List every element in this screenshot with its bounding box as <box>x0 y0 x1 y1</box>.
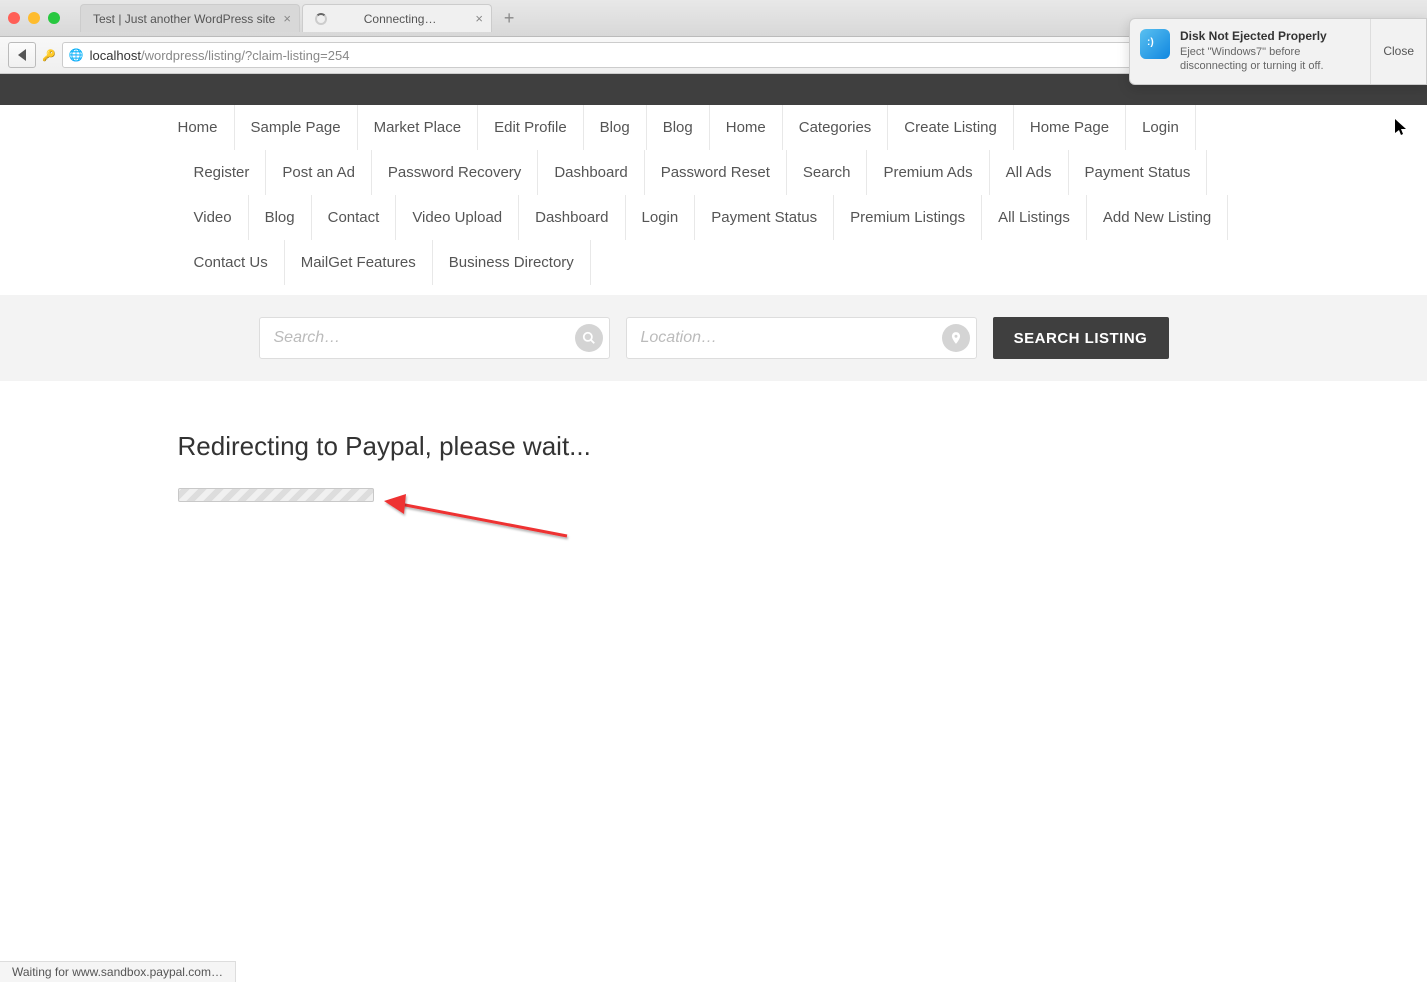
page-title: Redirecting to Paypal, please wait... <box>178 431 1250 462</box>
nav-item[interactable]: Password Recovery <box>372 150 538 195</box>
maximize-window-button[interactable] <box>48 12 60 24</box>
browser-tab[interactable]: Test | Just another WordPress site × <box>80 4 300 32</box>
nav-item[interactable]: Blog <box>584 105 647 150</box>
notification-close-button[interactable]: Close <box>1370 19 1426 84</box>
nav-item[interactable]: Password Reset <box>645 150 787 195</box>
cursor-pointer-icon <box>1395 119 1409 140</box>
nav-item[interactable]: Dashboard <box>519 195 625 240</box>
status-bar: Waiting for www.sandbox.paypal.com… <box>0 961 236 982</box>
loading-spinner-icon <box>315 13 327 25</box>
progress-bar <box>178 488 374 502</box>
nav-item[interactable]: All Listings <box>982 195 1087 240</box>
nav-item[interactable]: All Ads <box>990 150 1069 195</box>
nav-item[interactable]: Home <box>178 105 235 150</box>
nav-item[interactable]: MailGet Features <box>285 240 433 285</box>
nav-item[interactable]: Payment Status <box>1069 150 1208 195</box>
nav-item[interactable]: Register <box>178 150 267 195</box>
finder-icon <box>1140 29 1170 59</box>
location-pin-icon <box>942 324 970 352</box>
tab-close-icon[interactable]: × <box>283 11 291 26</box>
nav-item[interactable]: Add New Listing <box>1087 195 1228 240</box>
nav-item[interactable]: Market Place <box>358 105 479 150</box>
tab-title: Connecting… <box>364 12 437 26</box>
nav-item[interactable]: Search <box>787 150 868 195</box>
main-content: Redirecting to Paypal, please wait... <box>164 381 1264 552</box>
nav-item[interactable]: Contact <box>312 195 397 240</box>
nav-item[interactable]: Home <box>710 105 783 150</box>
nav-item[interactable]: Post an Ad <box>266 150 372 195</box>
window-controls <box>8 12 60 24</box>
nav-item[interactable]: Edit Profile <box>478 105 584 150</box>
back-button[interactable] <box>8 42 36 68</box>
search-location-input[interactable] <box>641 329 942 347</box>
tab-title: Test | Just another WordPress site <box>93 12 275 26</box>
nav-item[interactable]: Premium Ads <box>867 150 989 195</box>
identity-icon[interactable]: 🔑 <box>42 49 56 62</box>
nav-item[interactable]: Video Upload <box>396 195 519 240</box>
globe-icon: 🌐 <box>69 48 84 62</box>
browser-tab-active[interactable]: Connecting… × <box>302 4 492 32</box>
system-notification: Disk Not Ejected Properly Eject "Windows… <box>1129 18 1427 85</box>
search-keyword-field[interactable] <box>259 317 610 359</box>
nav-item[interactable]: Dashboard <box>538 150 644 195</box>
notification-title: Disk Not Ejected Properly <box>1180 29 1360 43</box>
nav-item[interactable]: Blog <box>647 105 710 150</box>
listing-search-bar: SEARCH LISTING <box>0 295 1427 381</box>
nav-item[interactable]: Sample Page <box>235 105 358 150</box>
nav-item[interactable]: Login <box>1126 105 1196 150</box>
nav-item[interactable]: Payment Status <box>695 195 834 240</box>
close-window-button[interactable] <box>8 12 20 24</box>
url-input[interactable]: 🌐 localhost/wordpress/listing/?claim-lis… <box>62 42 1189 68</box>
tab-close-icon[interactable]: × <box>475 11 483 26</box>
nav-item[interactable]: Home Page <box>1014 105 1126 150</box>
search-listing-button[interactable]: SEARCH LISTING <box>993 317 1169 359</box>
back-arrow-icon <box>18 49 26 61</box>
nav-item[interactable]: Create Listing <box>888 105 1014 150</box>
new-tab-button[interactable]: + <box>494 8 525 29</box>
nav-item[interactable]: Premium Listings <box>834 195 982 240</box>
nav-item[interactable]: Blog <box>249 195 312 240</box>
minimize-window-button[interactable] <box>28 12 40 24</box>
nav-item[interactable]: Video <box>178 195 249 240</box>
nav-item[interactable]: Contact Us <box>178 240 285 285</box>
nav-item[interactable]: Business Directory <box>433 240 591 285</box>
search-keyword-input[interactable] <box>274 329 575 347</box>
nav-item[interactable]: Categories <box>783 105 889 150</box>
main-nav: HomeSample PageMarket PlaceEdit ProfileB… <box>164 105 1264 285</box>
url-text: localhost/wordpress/listing/?claim-listi… <box>90 48 1149 63</box>
search-icon <box>575 324 603 352</box>
nav-item[interactable]: Login <box>626 195 696 240</box>
notification-description: Eject "Windows7" before disconnecting or… <box>1180 45 1360 74</box>
search-location-field[interactable] <box>626 317 977 359</box>
